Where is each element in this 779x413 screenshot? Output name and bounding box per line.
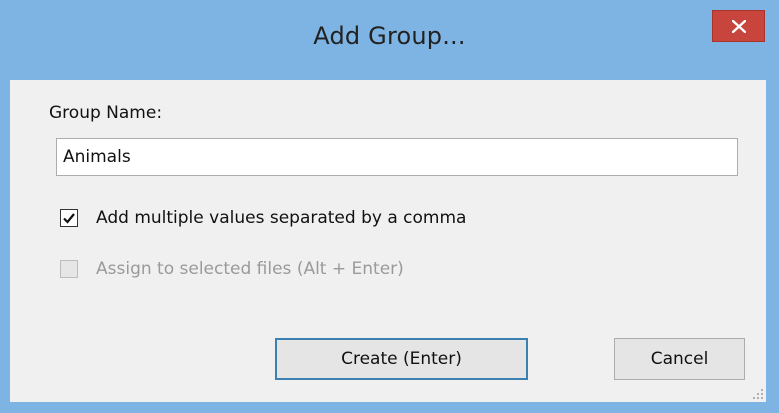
multiple-values-label: Add multiple values separated by a comma (96, 208, 467, 228)
close-icon (732, 20, 746, 33)
dialog-title: Add Group... (313, 22, 466, 50)
cancel-button[interactable]: Cancel (614, 338, 745, 380)
checkmark-icon (63, 213, 75, 224)
assign-selected-label: Assign to selected files (Alt + Enter) (96, 259, 404, 279)
title-bar[interactable]: Add Group... (0, 0, 779, 80)
close-button[interactable] (712, 10, 765, 42)
assign-selected-option: Assign to selected files (Alt + Enter) (60, 257, 404, 281)
create-button[interactable]: Create (Enter) (275, 338, 528, 380)
dialog-window: Add Group... Group Name: Add multiple va… (0, 0, 779, 413)
resize-grip-icon[interactable] (752, 388, 764, 400)
assign-selected-checkbox (60, 260, 78, 278)
group-name-input[interactable] (56, 138, 738, 176)
multiple-values-checkbox[interactable] (60, 209, 78, 227)
multiple-values-option[interactable]: Add multiple values separated by a comma (60, 206, 466, 230)
group-name-label: Group Name: (49, 103, 163, 123)
